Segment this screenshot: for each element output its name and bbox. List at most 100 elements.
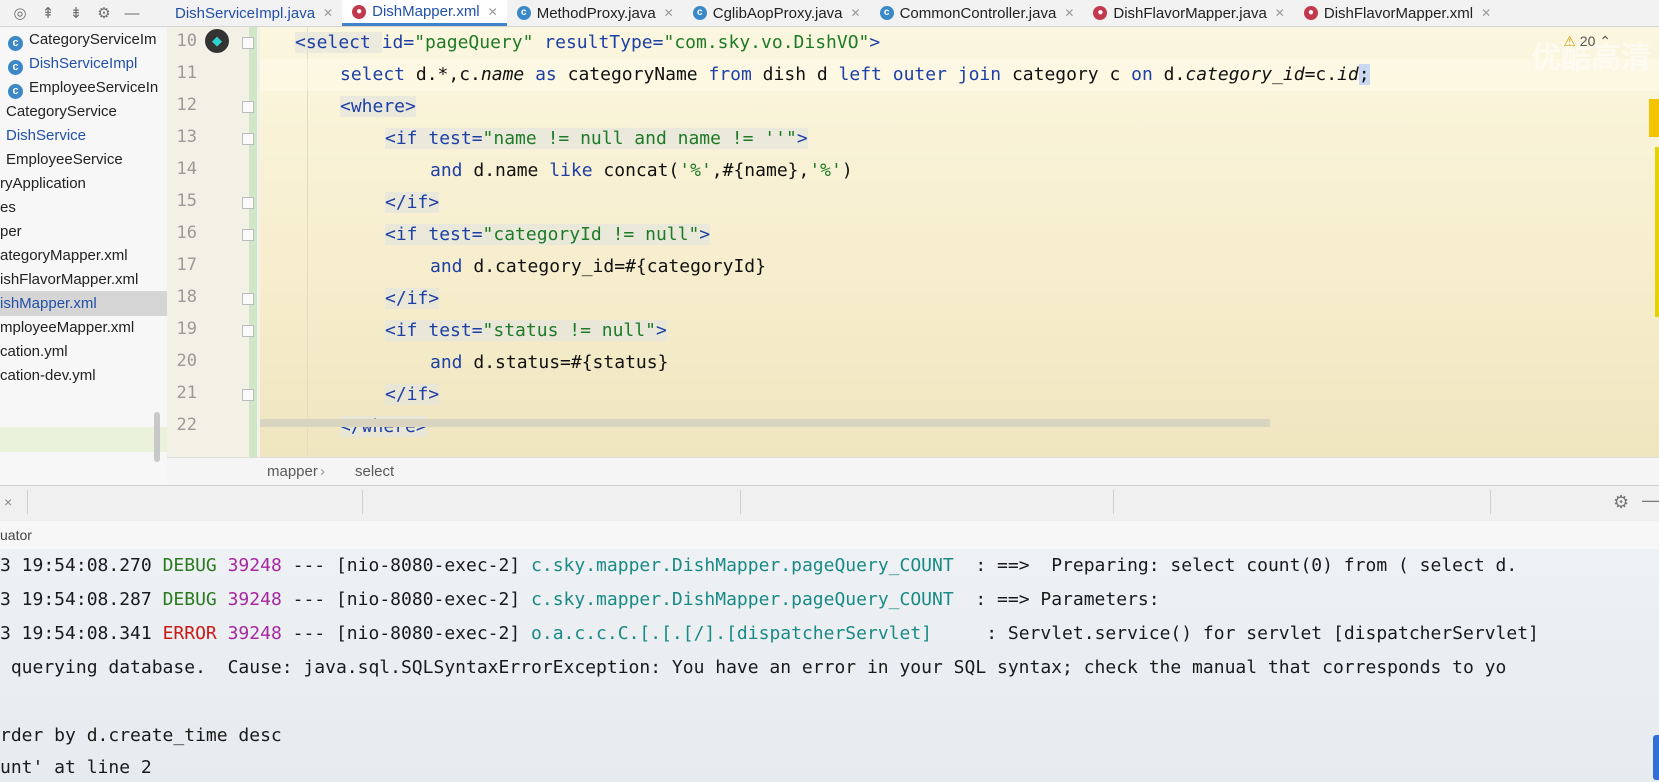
- tree-item-label: cation.yml: [0, 343, 68, 360]
- sql-keyword: left outer join: [838, 64, 1002, 85]
- fold-marker[interactable]: [242, 197, 254, 209]
- tree-item[interactable]: es: [0, 195, 167, 220]
- inspection-widget[interactable]: ⚠ 20 ⌃: [1563, 33, 1611, 50]
- log-logger[interactable]: c.sky.mapper.DishMapper.pageQuery_COUNT: [531, 589, 964, 610]
- tree-item[interactable]: cation-dev.yml: [0, 363, 167, 388]
- tree-item[interactable]: per: [0, 219, 167, 244]
- fold-marker[interactable]: [242, 325, 254, 337]
- close-icon[interactable]: ✕: [488, 5, 498, 19]
- fold-marker[interactable]: [242, 37, 254, 49]
- code-line-14: and d.name like concat('%',#{name},'%'): [430, 155, 853, 187]
- java-class-icon: c: [8, 84, 23, 99]
- tab-dishflavormapper-xml[interactable]: ● DishFlavorMapper.xml ✕: [1294, 0, 1500, 26]
- close-icon[interactable]: ✕: [664, 6, 674, 20]
- tree-item-selected[interactable]: ishMapper.xml: [0, 291, 167, 316]
- sql-keyword: from: [708, 64, 752, 85]
- close-icon[interactable]: ✕: [851, 6, 861, 20]
- java-class-icon: c: [8, 36, 23, 51]
- console-output[interactable]: 3 19:54:08.270 DEBUG 39248 --- [nio-8080…: [0, 549, 1659, 782]
- tree-item-label: mployeeMapper.xml: [0, 319, 135, 336]
- sql-keyword: and: [430, 256, 463, 277]
- project-scrollbar[interactable]: [154, 412, 160, 462]
- fold-marker[interactable]: [242, 133, 254, 145]
- mybatis-icon: ●: [352, 4, 367, 19]
- tree-item[interactable]: EmployeeService: [0, 147, 167, 172]
- tree-item[interactable]: c DishServiceImpl: [0, 51, 167, 76]
- close-icon[interactable]: ✕: [1064, 6, 1074, 20]
- breadcrumb-item[interactable]: select: [355, 458, 394, 486]
- minimize-icon[interactable]: —: [118, 5, 146, 22]
- log-logger[interactable]: c.sky.mapper.DishMapper.pageQuery_COUNT: [531, 555, 964, 576]
- divider: [740, 490, 741, 514]
- mybatis-icon[interactable]: ◆: [205, 29, 229, 53]
- tab-cglibaopproxy[interactable]: c CglibAopProxy.java ✕: [683, 0, 870, 26]
- fold-marker[interactable]: [242, 229, 254, 241]
- tree-item[interactable]: c EmployeeServiceIn: [0, 75, 167, 100]
- log-level: DEBUG: [162, 555, 217, 576]
- tab-label: DishFlavorMapper.java: [1113, 4, 1267, 22]
- fold-marker[interactable]: [242, 389, 254, 401]
- divider: [362, 490, 363, 514]
- text-cursor: ;: [1358, 64, 1370, 85]
- tab-commoncontroller[interactable]: c CommonController.java ✕: [870, 0, 1084, 26]
- code-line-18: </if>: [385, 283, 440, 315]
- log-time: 3 19:54:08.270: [0, 555, 163, 576]
- close-icon[interactable]: ✕: [1481, 6, 1491, 20]
- code-line-22: </where>: [340, 411, 427, 443]
- tab-dishmapper-xml[interactable]: ● DishMapper.xml ✕: [342, 0, 507, 26]
- close-icon[interactable]: ✕: [323, 6, 333, 20]
- code-line-13: <if test="name != null and name != ''">: [385, 123, 808, 155]
- error-stripe-marker[interactable]: [1649, 99, 1659, 137]
- console-tab-label[interactable]: uator: [0, 527, 32, 543]
- log-line: unt' at line 2: [0, 757, 152, 778]
- sql-text: d.*,c.: [405, 64, 481, 85]
- target-icon[interactable]: ◎: [6, 4, 34, 22]
- fold-marker[interactable]: [242, 101, 254, 113]
- tree-item[interactable]: cation.yml: [0, 339, 167, 364]
- chevron-right-icon: ›: [320, 463, 325, 480]
- warning-count: 20: [1579, 33, 1596, 49]
- tree-item[interactable]: CategoryService: [0, 99, 167, 124]
- log-logger[interactable]: o.a.c.c.C.[.[.[/].[dispatcherServlet]: [531, 623, 975, 644]
- xml-attr: id=: [381, 32, 415, 53]
- gear-icon[interactable]: ⚙: [1613, 492, 1629, 513]
- tree-item[interactable]: DishService: [0, 123, 167, 148]
- tree-item[interactable]: c CategoryServiceIm: [0, 27, 167, 52]
- tab-dishserviceimpl[interactable]: DishServiceImpl.java ✕: [165, 0, 342, 26]
- xml-tag: </if>: [385, 288, 440, 309]
- code-line-12: <where>: [340, 91, 416, 123]
- java-class-icon: c: [516, 6, 531, 20]
- sql-keyword: as: [524, 64, 557, 85]
- xml-tag: <if: [385, 224, 429, 245]
- xml-value: "categoryId != null": [482, 224, 700, 245]
- log-level: ERROR: [162, 623, 217, 644]
- tree-item[interactable]: ategoryMapper.xml: [0, 243, 167, 268]
- sql-text: categoryName: [556, 64, 709, 85]
- log-line: 3 19:54:08.341 ERROR 39248 --- [nio-8080…: [0, 617, 1539, 651]
- project-tree: c CategoryServiceIm c DishServiceImpl c Emp…: [0, 27, 168, 487]
- warning-icon: ⚠: [1563, 33, 1576, 49]
- tree-item[interactable]: mployeeMapper.xml: [0, 315, 167, 340]
- tree-item-label: es: [0, 199, 16, 216]
- minimize-icon[interactable]: —: [1642, 490, 1659, 511]
- breadcrumb-item[interactable]: mapper: [267, 458, 318, 486]
- fold-marker[interactable]: [242, 293, 254, 305]
- error-stripe-marker[interactable]: [1655, 147, 1659, 317]
- xml-tag: <select: [295, 32, 382, 53]
- close-icon[interactable]: ✕: [1275, 6, 1285, 20]
- floating-widget-edge[interactable]: [1653, 735, 1659, 780]
- tab-dishflavormapper-java[interactable]: ● DishFlavorMapper.java ✕: [1083, 0, 1293, 26]
- code-editor[interactable]: 优酷高清 ⚠ 20 ⌃ <select id="pageQuery" resul…: [260, 27, 1659, 457]
- sql-column: id: [1337, 64, 1359, 85]
- collapse-all-icon[interactable]: ⇞: [34, 4, 62, 22]
- horizontal-scrollbar[interactable]: [260, 419, 1270, 427]
- sql-text: d.category_id=#{categoryId}: [462, 256, 766, 277]
- tree-item[interactable]: ryApplication: [0, 171, 167, 196]
- close-icon[interactable]: ×: [4, 494, 12, 510]
- xml-attr: test=: [428, 224, 483, 245]
- expand-all-icon[interactable]: ⇟: [62, 4, 90, 22]
- gear-icon[interactable]: ⚙: [90, 4, 118, 22]
- tree-item[interactable]: ishFlavorMapper.xml: [0, 267, 167, 292]
- tab-methodproxy[interactable]: c MethodProxy.java ✕: [507, 0, 683, 26]
- code-line-17: and d.category_id=#{categoryId}: [430, 251, 766, 283]
